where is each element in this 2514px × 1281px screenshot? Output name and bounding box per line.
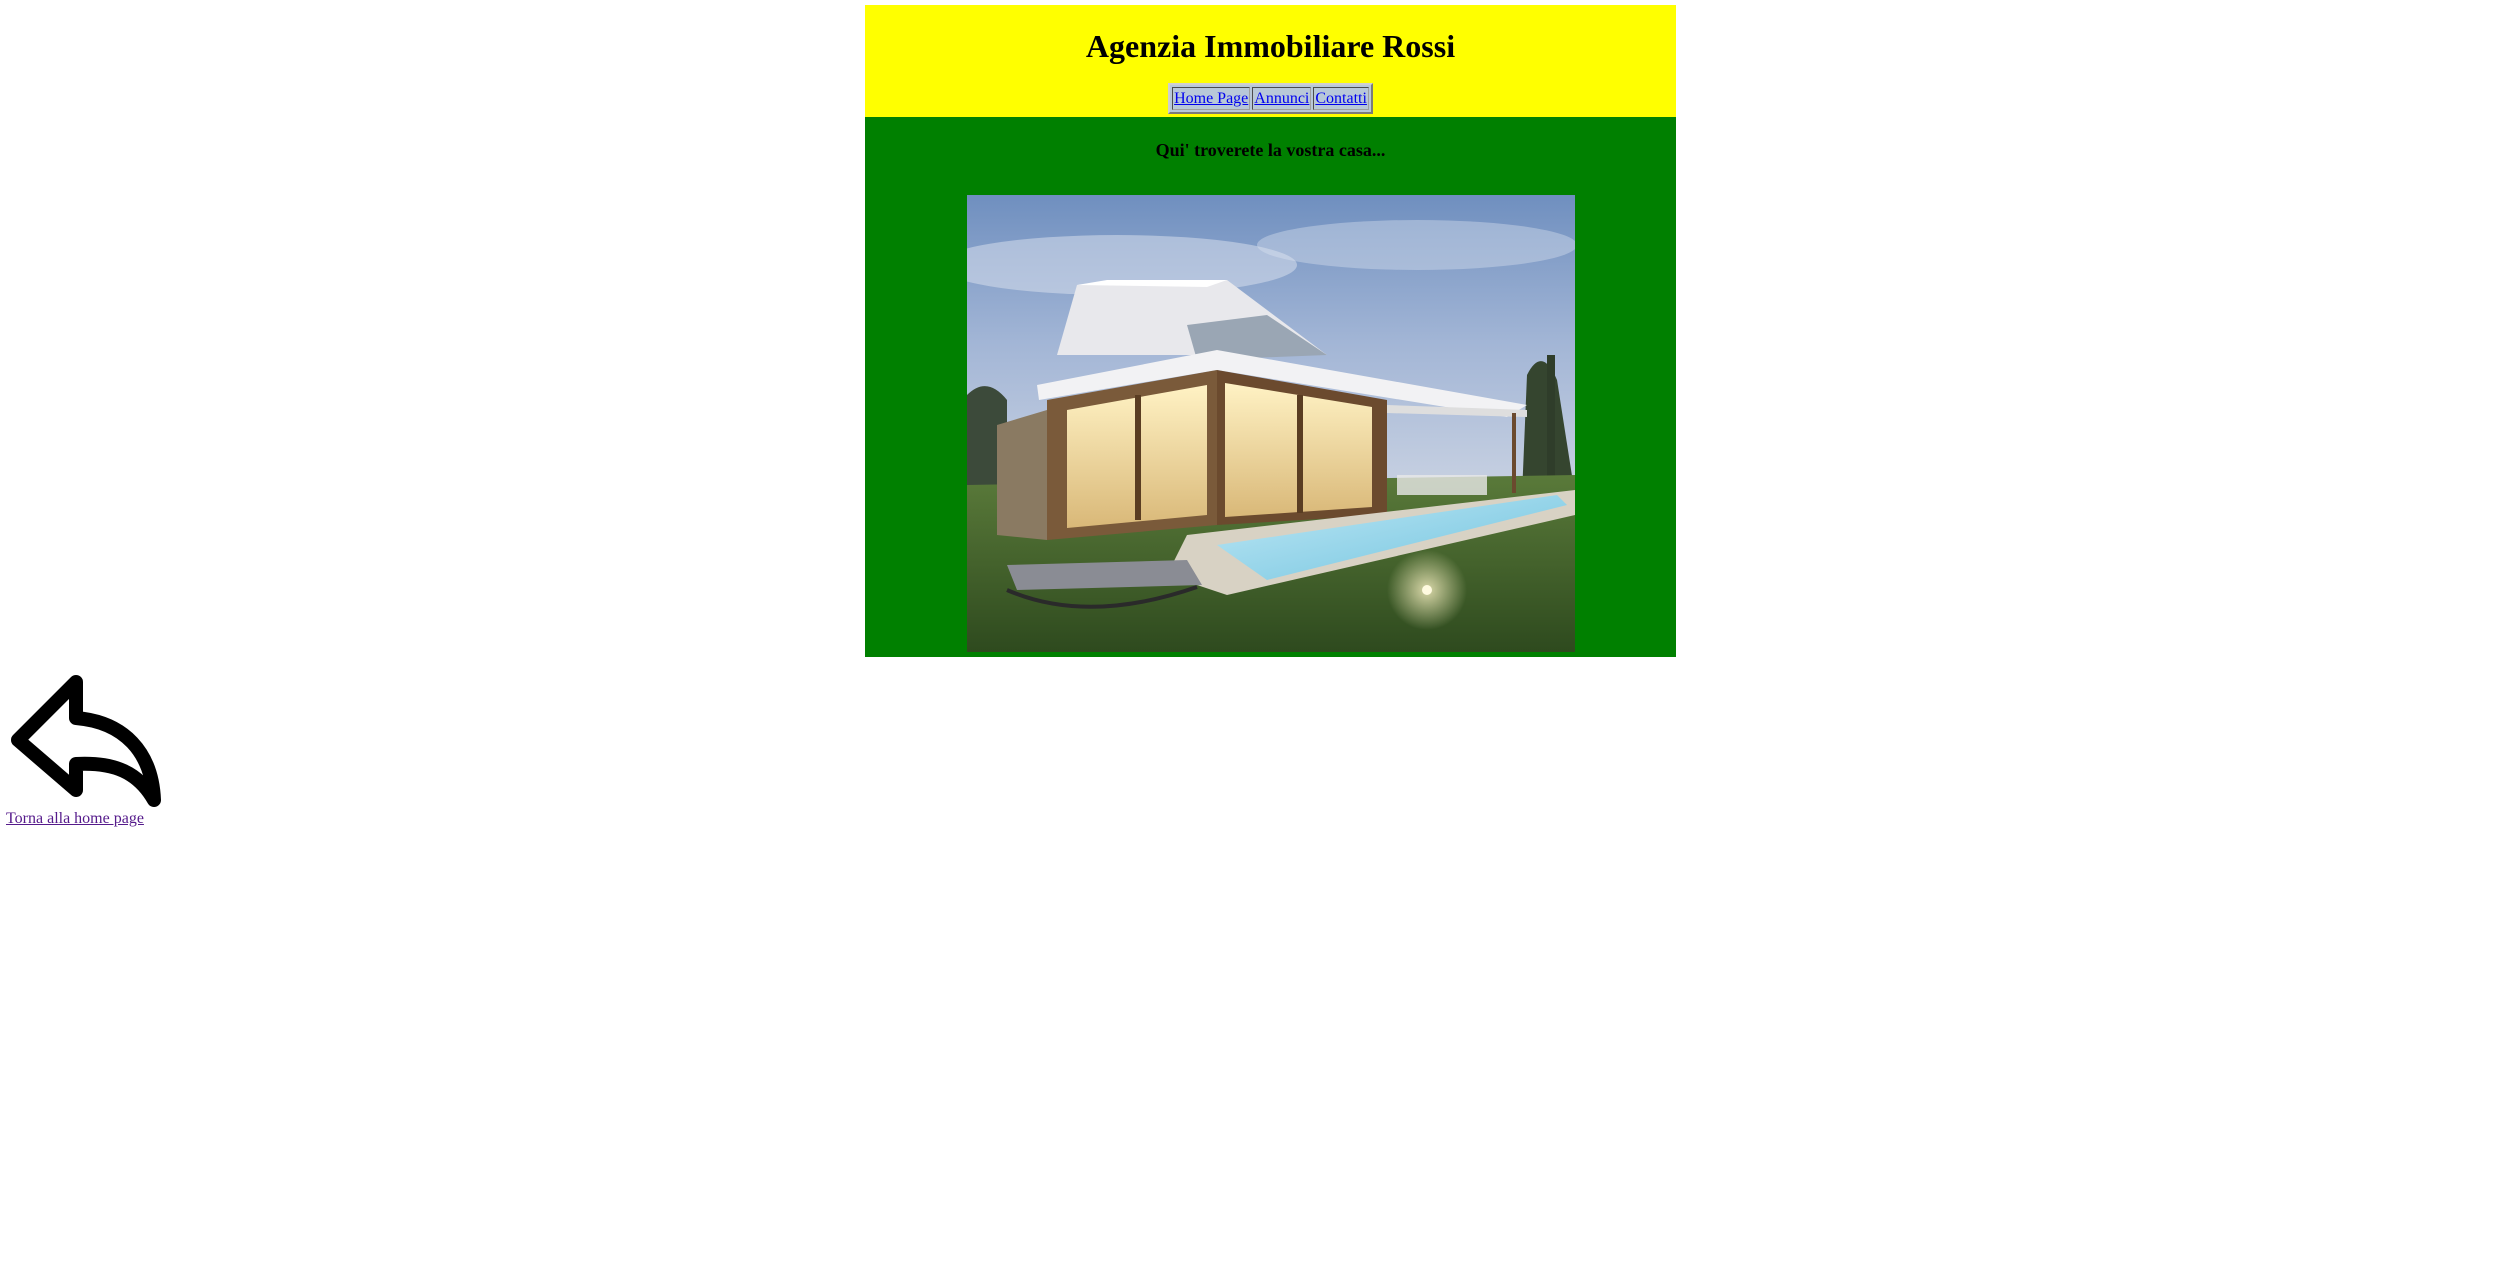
nav-link-contatti[interactable]: Contatti bbox=[1315, 90, 1367, 107]
nav-link-home-page[interactable]: Home Page bbox=[1174, 90, 1248, 107]
nav-link-annunci[interactable]: Annunci bbox=[1254, 90, 1309, 107]
page: Agenzia Immobiliare Rossi Home Page Annu… bbox=[0, 0, 2514, 1281]
header-banner: Agenzia Immobiliare Rossi Home Page Annu… bbox=[865, 5, 1676, 117]
tagline: Qui' troverete la vostra casa... bbox=[1155, 140, 1386, 160]
house-photo bbox=[966, 195, 1575, 652]
nav-cell-home: Home Page bbox=[1172, 87, 1251, 110]
content-area: Qui' troverete la vostra casa... bbox=[865, 117, 1676, 657]
main-layout-table: Agenzia Immobiliare Rossi Home Page Annu… bbox=[865, 5, 1676, 657]
nav-cell-contatti: Contatti bbox=[1313, 87, 1369, 110]
nav-menu: Home Page Annunci Contatti bbox=[1168, 83, 1373, 114]
site-title: Agenzia Immobiliare Rossi bbox=[1085, 28, 1456, 64]
nav-cell-annunci: Annunci bbox=[1252, 87, 1312, 110]
back-to-home-link[interactable]: Torna alla home page bbox=[6, 809, 161, 828]
back-navigation: Torna alla home page bbox=[6, 672, 161, 828]
back-arrow-icon[interactable] bbox=[6, 672, 161, 807]
